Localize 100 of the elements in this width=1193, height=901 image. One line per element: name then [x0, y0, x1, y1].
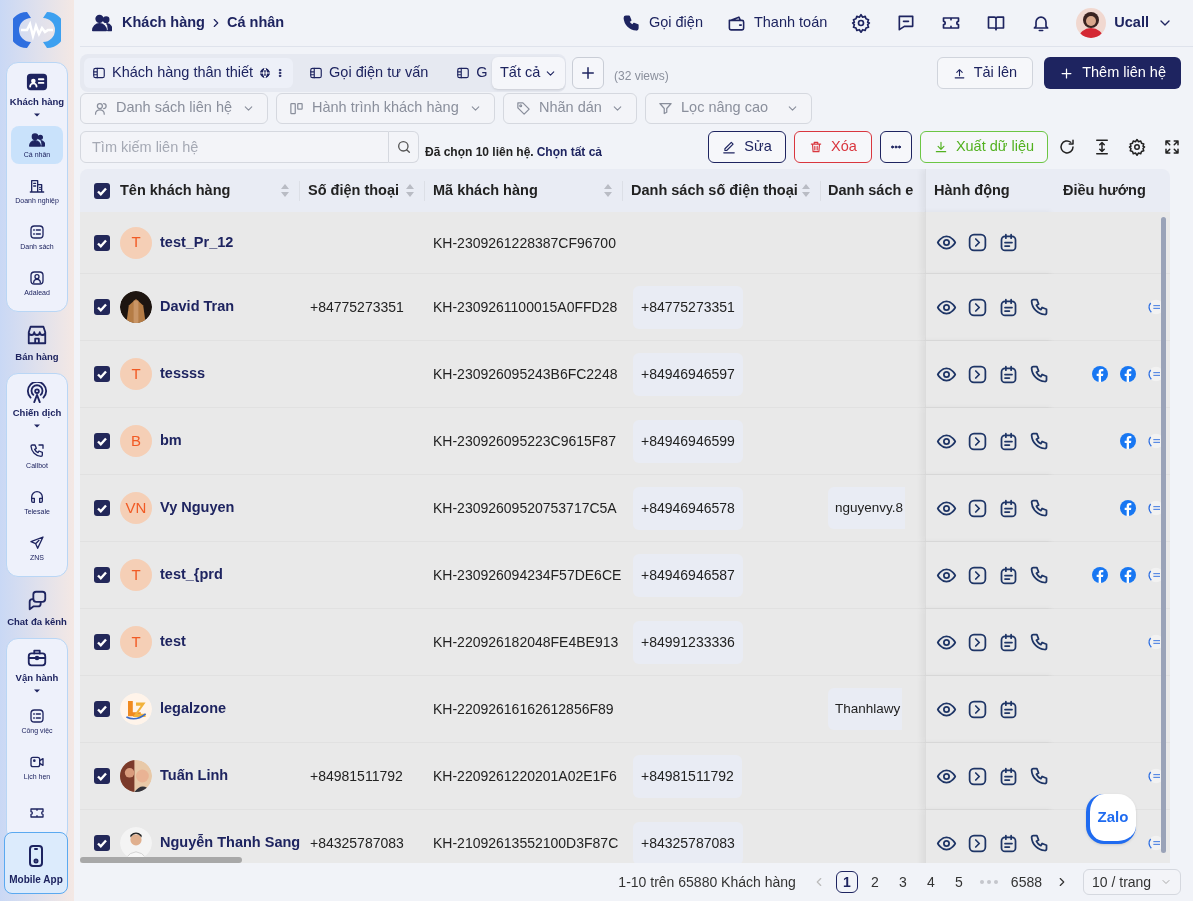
- checkbox[interactable]: [94, 182, 110, 199]
- checkbox[interactable]: [94, 366, 110, 382]
- breadcrumb-link[interactable]: Cá nhân: [227, 12, 285, 34]
- view-tab[interactable]: Khách hàng thân thiết: [84, 58, 294, 88]
- zalo-chat-button[interactable]: Zalo: [1086, 794, 1136, 844]
- column-header[interactable]: Số điện thoại: [300, 169, 425, 212]
- chevron-box-icon[interactable]: [967, 430, 988, 452]
- column-header[interactable]: Tên khách hàng: [110, 169, 300, 212]
- breadcrumb-link[interactable]: Khách hàng: [122, 12, 205, 34]
- note-icon[interactable]: [998, 497, 1019, 519]
- vertical-scrollbar[interactable]: [1161, 217, 1166, 853]
- facebook-icon[interactable]: [1120, 500, 1136, 516]
- user-name[interactable]: Ucall: [1114, 12, 1149, 34]
- checkbox[interactable]: [94, 634, 110, 650]
- note-icon[interactable]: [998, 363, 1019, 385]
- page-button[interactable]: 6588: [1007, 871, 1045, 893]
- page-button[interactable]: 4: [919, 871, 942, 893]
- phone-icon[interactable]: [1029, 497, 1050, 519]
- column-header[interactable]: Danh sách số điện thoại: [623, 169, 820, 212]
- checkbox[interactable]: [94, 500, 110, 516]
- add-contact-button[interactable]: Thêm liên hệ: [1044, 57, 1181, 89]
- sidebar-item[interactable]: Bán hàng: [15, 323, 59, 361]
- chat-button[interactable]: [896, 13, 917, 33]
- sidebar-item[interactable]: Khách hàng: [9, 71, 65, 107]
- note-icon[interactable]: [998, 698, 1019, 720]
- note-icon[interactable]: [998, 296, 1019, 318]
- checkbox[interactable]: [94, 701, 110, 717]
- customer-name[interactable]: tessss: [160, 363, 206, 385]
- phone-icon[interactable]: [1029, 296, 1050, 318]
- search-field[interactable]: Tìm kiếm liên hệ: [80, 131, 389, 163]
- facebook-icon[interactable]: [1092, 366, 1108, 382]
- view-tab[interactable]: Gọi điện tư vấn: [301, 58, 437, 88]
- sidebar-item[interactable]: Vận hành: [15, 647, 59, 683]
- chevron-box-icon[interactable]: [967, 232, 988, 253]
- phone-icon[interactable]: [1029, 564, 1050, 586]
- note-icon[interactable]: [998, 430, 1019, 452]
- customer-name[interactable]: test_{prd: [160, 564, 223, 586]
- page-button[interactable]: 1: [835, 871, 858, 893]
- page-button[interactable]: 5: [947, 871, 970, 893]
- customer-name[interactable]: Vy Nguyen: [160, 497, 235, 519]
- sidebar-item[interactable]: Chat đa kênh: [7, 588, 67, 626]
- phone-icon[interactable]: [1029, 765, 1050, 787]
- chevron-box-icon[interactable]: [967, 296, 988, 318]
- facebook-icon[interactable]: [1120, 433, 1136, 449]
- customer-name[interactable]: Nguyễn Thanh Sang: [160, 832, 301, 854]
- checkbox[interactable]: [94, 768, 110, 784]
- chevron-box-icon[interactable]: [967, 765, 988, 787]
- checkbox[interactable]: [94, 433, 110, 449]
- fullscreen-button[interactable]: [1163, 138, 1181, 156]
- phone-icon[interactable]: [1029, 631, 1050, 653]
- reload-button[interactable]: [1058, 138, 1076, 156]
- edit-button[interactable]: Sửa: [708, 131, 786, 163]
- checkbox[interactable]: [94, 835, 110, 851]
- mobile-app-button[interactable]: Mobile App: [4, 832, 68, 894]
- sidebar-item[interactable]: Chiến dịch: [12, 382, 62, 418]
- header-action[interactable]: Thanh toán: [726, 12, 828, 34]
- checkbox[interactable]: [94, 567, 110, 583]
- chevron-box-icon[interactable]: [967, 564, 988, 586]
- page-button[interactable]: 2: [863, 871, 886, 893]
- customer-name[interactable]: test: [160, 631, 186, 653]
- search-button[interactable]: [389, 131, 419, 163]
- horizontal-scrollbar[interactable]: [80, 857, 242, 863]
- view-picker[interactable]: Tất cả: [492, 57, 566, 89]
- settings-button[interactable]: [1128, 138, 1146, 156]
- customer-name[interactable]: legalzone: [160, 698, 227, 720]
- settings-button[interactable]: [851, 13, 872, 33]
- customer-name[interactable]: David Tran: [160, 296, 235, 318]
- page-size-select[interactable]: 10 / trang: [1083, 869, 1181, 895]
- customer-name[interactable]: test_Pr_12: [160, 231, 234, 254]
- phone-icon[interactable]: [1029, 430, 1050, 452]
- chevron-box-icon[interactable]: [967, 631, 988, 653]
- chevron-box-icon[interactable]: [967, 698, 988, 720]
- note-icon[interactable]: [998, 232, 1019, 253]
- note-icon[interactable]: [998, 631, 1019, 653]
- note-icon[interactable]: [998, 765, 1019, 787]
- book-button[interactable]: [986, 13, 1007, 33]
- checkbox[interactable]: [94, 234, 110, 251]
- facebook-icon[interactable]: [1120, 366, 1136, 382]
- select-all-link[interactable]: Chọn tất cả: [536, 143, 603, 161]
- phone-icon[interactable]: [1029, 363, 1050, 385]
- delete-button[interactable]: Xóa: [794, 131, 872, 163]
- facebook-icon[interactable]: [1092, 567, 1108, 583]
- upload-button[interactable]: Tải lên: [936, 57, 1034, 89]
- checkbox[interactable]: [94, 299, 110, 315]
- add-view-button[interactable]: [572, 57, 604, 89]
- header-action[interactable]: Gọi điện: [621, 12, 703, 34]
- note-icon[interactable]: [998, 564, 1019, 586]
- phone-icon[interactable]: [1029, 832, 1050, 854]
- chevron-box-icon[interactable]: [967, 832, 988, 854]
- note-icon[interactable]: [998, 832, 1019, 854]
- customer-name[interactable]: Tuấn Linh: [160, 765, 229, 787]
- more-button[interactable]: [880, 131, 912, 163]
- column-header[interactable]: Mã khách hàng: [425, 169, 623, 212]
- phone-chip: +84946946599: [633, 419, 743, 463]
- page-button[interactable]: 3: [891, 871, 914, 893]
- row-height-button[interactable]: [1093, 138, 1111, 156]
- customer-name[interactable]: bm: [160, 430, 182, 452]
- facebook-icon[interactable]: [1120, 567, 1136, 583]
- chevron-box-icon[interactable]: [967, 497, 988, 519]
- chevron-box-icon[interactable]: [967, 363, 988, 385]
